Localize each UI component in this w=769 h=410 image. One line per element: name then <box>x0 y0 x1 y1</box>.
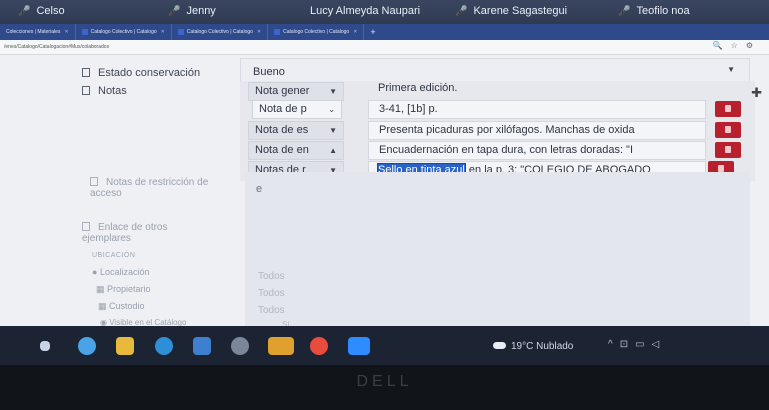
note-type-select[interactable]: Nota gener ▼ <box>248 82 344 101</box>
delete-note-button[interactable] <box>715 142 741 158</box>
localizacion-value[interactable]: Todos <box>258 271 285 282</box>
folder-icon[interactable] <box>116 337 134 355</box>
battery-icon: ▭ <box>635 339 652 350</box>
url-text: /enes/Catalogo/Catalogacion#Mus/colabora… <box>4 44 110 50</box>
settings-icon[interactable] <box>231 337 249 355</box>
section-title: UBICACIÓN <box>92 252 136 259</box>
browser-tab[interactable]: Colecciones | Materiales ✕ <box>0 24 76 40</box>
volume-icon: ◁ <box>651 339 667 350</box>
custodio-value[interactable]: Todos <box>258 305 285 316</box>
brand-logo: DELL <box>356 373 413 390</box>
mic-muted-icon: 🎤 <box>618 6 631 17</box>
system-tray[interactable]: ^⊡▭◁ <box>608 339 666 350</box>
favicon-icon <box>177 28 184 35</box>
note-text-field[interactable]: Primera edición. <box>368 80 706 99</box>
favicon-icon <box>81 28 88 35</box>
participant[interactable]: 🎤 Jenny <box>168 5 216 17</box>
restriccion-area <box>245 172 750 342</box>
browser-tab[interactable]: Catalogo Colectivo | Catalogo ✕ <box>172 24 269 40</box>
delete-note-button[interactable] <box>715 101 741 117</box>
extension-icon[interactable]: ⚙ <box>746 41 761 50</box>
propietario-value[interactable]: Todos <box>258 288 285 299</box>
close-icon[interactable]: ✕ <box>161 29 165 35</box>
chevron-up-icon: ▲ <box>329 146 337 155</box>
video-call-bar: 🎤 Celso 🎤 Jenny Lucy Almeyda Naupari 🎤 Kare… <box>0 0 769 24</box>
note-text-field[interactable]: 3-41, [1b] p. <box>368 100 706 119</box>
participant[interactable]: 🎤 Karene Sagastegui <box>455 5 567 17</box>
chrome-icon[interactable] <box>155 337 173 355</box>
note-type-select[interactable]: Nota de en ▲ <box>248 141 344 160</box>
search-icon[interactable]: 🔍 <box>713 41 731 50</box>
edge-icon[interactable] <box>78 337 96 355</box>
note-type-select[interactable]: Nota de es ▼ <box>248 121 344 140</box>
chevron-down-icon: ▼ <box>329 87 337 96</box>
custodio-label: ▦ Custodio <box>98 301 145 311</box>
browser-tab[interactable]: Catalogo Colectivo | Catalogo ✕ <box>268 24 365 40</box>
field-icon <box>82 222 90 231</box>
weather-widget[interactable]: 19°C Nublado <box>493 341 573 352</box>
note-text-field[interactable]: Presenta picaduras por xilófagos. Mancha… <box>368 121 706 140</box>
favicon-icon <box>274 28 281 35</box>
restriccion-field[interactable]: e <box>256 183 262 195</box>
cloud-icon <box>493 342 506 349</box>
mail-icon[interactable] <box>193 337 211 355</box>
field-icon <box>82 86 90 95</box>
close-icon[interactable]: ✕ <box>64 29 68 35</box>
delete-note-button[interactable] <box>715 122 741 138</box>
bank-icon: ▦ <box>98 301 107 311</box>
field-icon <box>82 68 90 77</box>
catalog-form: Estado conservación Bueno ▼ Notas ✚ Nota… <box>0 55 769 345</box>
note-text-field[interactable]: Encuadernación en tapa dura, con letras … <box>368 141 706 160</box>
task-view-icon[interactable] <box>40 341 50 351</box>
app-icon[interactable] <box>268 337 294 355</box>
close-icon[interactable]: ✕ <box>353 29 357 35</box>
participant[interactable]: Lucy Almeyda Naupari <box>310 5 420 17</box>
field-icon <box>90 177 98 186</box>
pin-icon: ● <box>92 267 98 277</box>
notas-label: Notas <box>82 85 127 97</box>
browser-toolbar: 🔍☆⚙ <box>713 41 761 50</box>
mic-muted-icon: 🎤 <box>18 6 31 17</box>
browser-tab-strip: Colecciones | Materiales ✕ Catalogo Colec… <box>0 24 769 40</box>
mic-muted-icon: 🎤 <box>455 6 468 17</box>
chevron-down-icon: ▼ <box>727 65 735 74</box>
participant[interactable]: 🎤 Celso <box>18 5 65 17</box>
chevron-up-icon: ^ <box>608 339 620 350</box>
localizacion-label: ● Localización <box>92 267 150 277</box>
bank-icon: ▦ <box>96 284 105 294</box>
star-icon[interactable]: ☆ <box>731 41 746 50</box>
propietario-label: ▦ Propietario <box>96 284 151 294</box>
address-bar[interactable]: /enes/Catalogo/Catalogacion#Mus/colabora… <box>0 40 769 55</box>
chrome-icon[interactable] <box>310 337 328 355</box>
mic-muted-icon: 🎤 <box>168 6 181 17</box>
browser-tab[interactable]: Catalogo Colectivo | Catalogo ✕ <box>76 24 172 40</box>
laptop-bezel: DELL <box>0 365 769 410</box>
laptop-screen: 🎤 Celso 🎤 Jenny Lucy Almeyda Naupari 🎤 Kare… <box>0 0 769 365</box>
taskbar: 19°C Nublado ^⊡▭◁ <box>0 326 769 365</box>
chevron-down-icon: ▼ <box>329 126 337 135</box>
add-note-button[interactable]: ✚ <box>751 85 762 101</box>
enlace-label: Enlace de otros ejemplares <box>82 222 168 244</box>
note-type-select[interactable]: Nota de p ⌄ <box>252 100 342 119</box>
chevron-down-icon: ⌄ <box>328 105 335 114</box>
participant[interactable]: 🎤 Teofilo noa <box>618 5 690 17</box>
restriccion-label: Notas de restricción de acceso <box>90 177 209 199</box>
new-tab-button[interactable]: + <box>364 27 381 37</box>
network-icon: ⊡ <box>619 339 636 350</box>
close-icon[interactable]: ✕ <box>257 29 261 35</box>
estado-label: Estado conservación <box>82 67 200 79</box>
zoom-icon[interactable] <box>348 337 370 355</box>
